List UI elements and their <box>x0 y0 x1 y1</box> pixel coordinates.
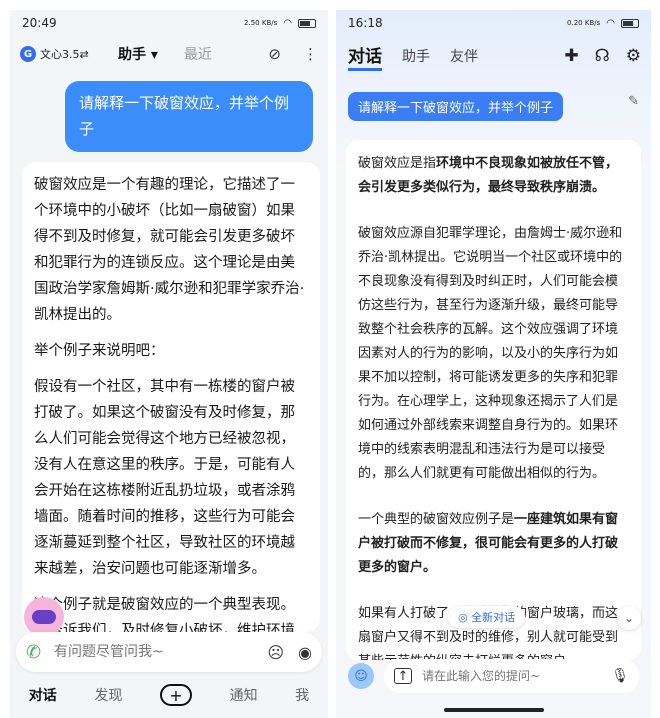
battery-icon <box>621 18 639 28</box>
home-indicator <box>444 708 544 712</box>
assistant-avatar-icon[interactable]: ☺ <box>348 663 374 689</box>
settings-icon[interactable]: ⚙ <box>626 46 641 66</box>
tab-chat[interactable]: 对话 <box>348 42 382 71</box>
status-bar: 16:18 0.20 KB/s ◠ <box>336 10 651 36</box>
scroll-down-icon[interactable]: ⌄ <box>617 606 641 630</box>
bottom-nav: 对话 发现 + 通知 我 <box>10 684 328 706</box>
upload-icon[interactable]: ↑ <box>394 668 412 684</box>
chat-input-bar: ✆ ☹ ◉ <box>16 632 322 672</box>
ai-response: 破窗效应是指环境中不良现象如被放任不管，会引发更多类似行为，最终导致秩序崩溃。 … <box>346 140 641 660</box>
chat-input-bar: ☺ ↑ 🎙 <box>336 656 651 696</box>
ai-response: 破窗效应是一个有趣的理论，它描述了一个环境中的小破坏（比如一扇破窗）如果得不到及… <box>22 162 320 632</box>
right-screenshot: 16:18 0.20 KB/s ◠ 对话 助手 友伴 ✚ ☊ ⚙ 请解释一下破窗… <box>336 10 651 718</box>
phone-call-icon[interactable]: ✆ <box>26 642 54 663</box>
battery-icon <box>298 18 316 28</box>
wenxin-logo-icon: G <box>20 46 36 62</box>
microphone-icon[interactable]: 🎙 <box>611 668 629 684</box>
chat-input[interactable] <box>54 644 254 660</box>
chat-input[interactable] <box>422 669 612 683</box>
model-name: 文心3.5⇄ <box>40 48 89 61</box>
nav-chat[interactable]: 对话 <box>29 685 57 705</box>
new-chat-button[interactable]: ◎ 全新对话 <box>448 606 526 628</box>
app-header: G 文心3.5⇄ 助手 ▾ 最近 ⊘ ⋮ <box>10 36 328 72</box>
wifi-icon: ◠ <box>606 17 615 29</box>
nav-discover[interactable]: 发现 <box>94 685 122 705</box>
user-message-bubble: 请解释一下破窗效应，并举个例子 <box>65 81 313 152</box>
voice-call-icon[interactable]: ☊ <box>595 46 610 66</box>
nav-me[interactable]: 我 <box>295 685 309 705</box>
tab-assistant[interactable]: 助手 <box>402 46 430 66</box>
edit-icon[interactable]: ✎ <box>628 94 639 109</box>
ai-paragraph: 破窗效应源自犯罪学理论，由詹姆士·威尔逊和乔治·凯林提出。它说明当一个社区或环境… <box>358 226 623 481</box>
image-icon[interactable]: ☹ <box>267 643 284 662</box>
network-speed: 0.20 KB/s <box>567 18 601 27</box>
left-screenshot: 20:49 2.50 KB/s ◠ G 文心3.5⇄ 助手 ▾ 最近 ⊘ ⋮ 请… <box>10 10 328 718</box>
ai-paragraph: 举个例子来说明吧： <box>34 343 165 359</box>
voice-icon[interactable]: ◉ <box>298 643 312 662</box>
user-message-bubble: 请解释一下破窗效应，并举个例子 <box>348 92 564 121</box>
more-menu-icon[interactable]: ⋮ <box>303 45 318 63</box>
app-header: 对话 助手 友伴 ✚ ☊ ⚙ <box>336 36 651 76</box>
nav-new-button[interactable]: + <box>159 684 192 706</box>
mute-icon[interactable]: ⊘ <box>268 45 281 63</box>
nav-notifications[interactable]: 通知 <box>230 685 258 705</box>
status-bar: 20:49 2.50 KB/s ◠ <box>10 10 328 36</box>
network-speed: 2.50 KB/s <box>244 18 278 27</box>
tab-assistant[interactable]: 助手 ▾ <box>118 44 158 64</box>
status-time: 20:49 <box>22 16 57 30</box>
wifi-icon: ◠ <box>283 17 292 29</box>
ai-paragraph: 破窗效应是一个有趣的理论，它描述了一个环境中的小破坏（比如一扇破窗）如果得不到及… <box>34 177 305 323</box>
status-time: 16:18 <box>348 16 383 30</box>
tab-companion[interactable]: 友伴 <box>450 46 478 66</box>
ai-paragraph: 这个例子就是破窗效应的一个典型表现。它告诉我们，及时修复小破坏，维护环境的整洁和… <box>34 597 295 632</box>
new-chat-icon[interactable]: ✚ <box>564 46 578 66</box>
tab-recent[interactable]: 最近 <box>184 44 212 64</box>
ai-paragraph: 破窗效应是指环境中不良现象如被放任不管，会引发更多类似行为，最终导致秩序崩溃。 <box>358 156 619 195</box>
model-switcher[interactable]: G 文心3.5⇄ <box>20 46 89 62</box>
ai-paragraph: 一个典型的破窗效应例子是一座建筑如果有窗户被打破而不修复，很可能会有更多的人打破… <box>358 512 619 575</box>
mascot-avatar[interactable] <box>24 597 64 637</box>
ai-paragraph: 假设有一个社区，其中有一栋楼的窗户被打破了。如果这个破窗没有及时修复，那么人们可… <box>34 379 295 577</box>
